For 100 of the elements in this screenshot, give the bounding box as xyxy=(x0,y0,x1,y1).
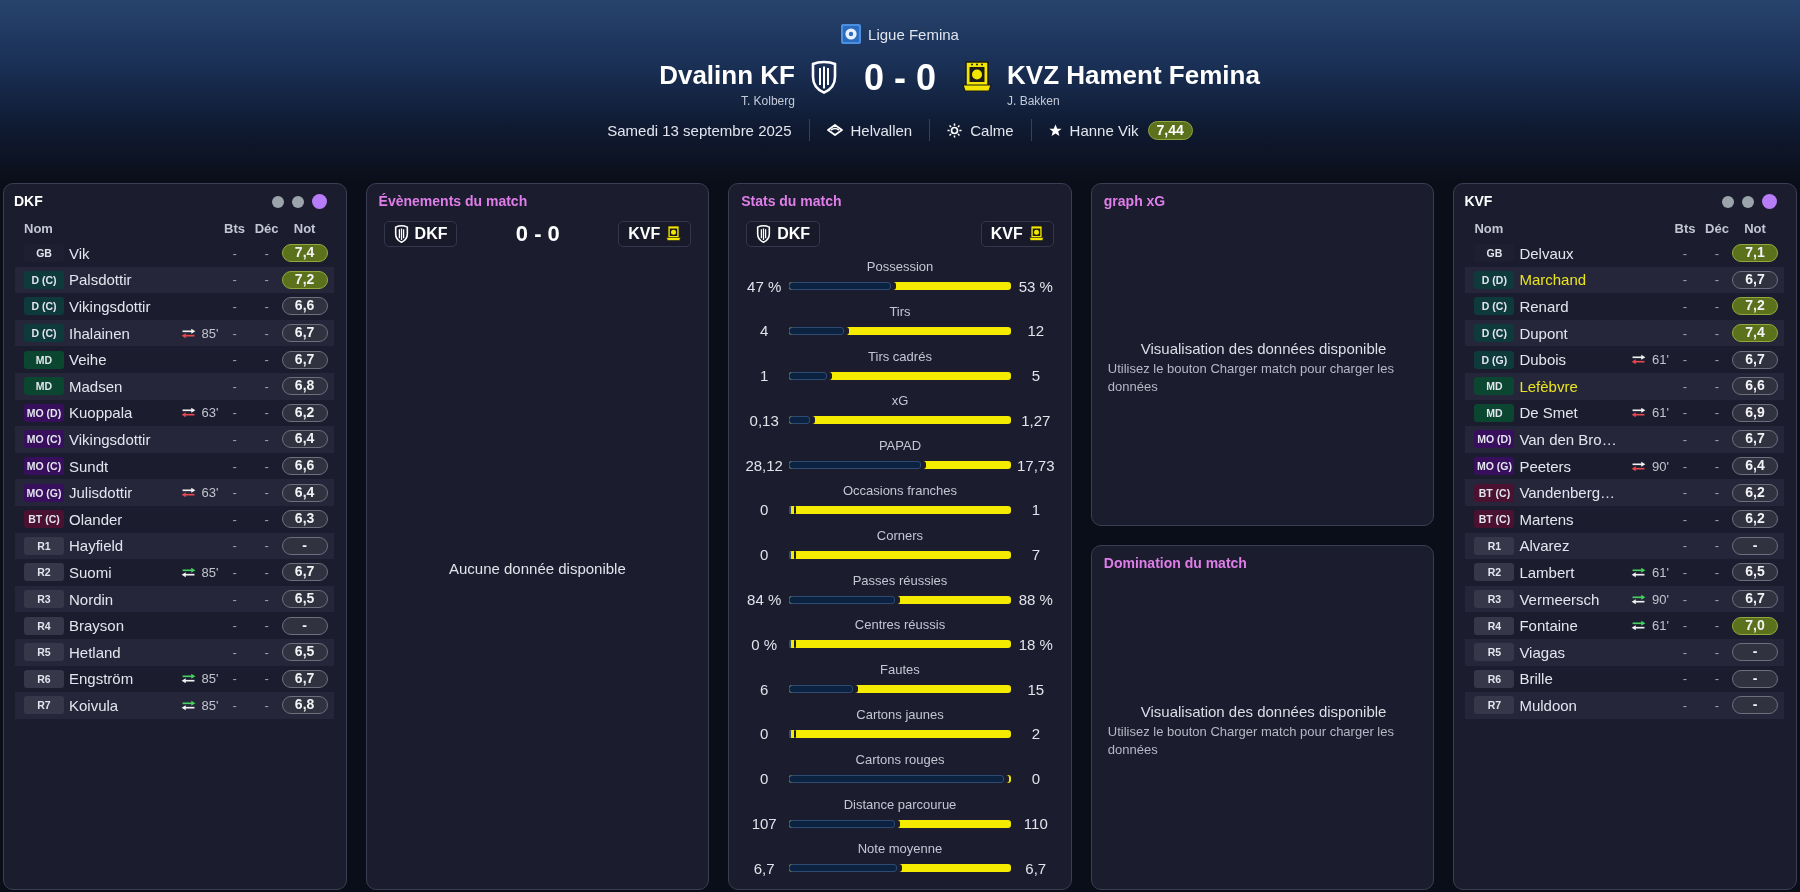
panel-title: Stats du match xyxy=(740,192,843,210)
player-row[interactable]: R5 Viagas - - - xyxy=(1465,638,1784,666)
rating-pill: - xyxy=(1732,669,1778,688)
view-dot-icon[interactable] xyxy=(311,194,327,209)
star-icon xyxy=(1048,123,1062,137)
column-header[interactable]: Bts xyxy=(224,220,246,236)
away-stat-value: 1 xyxy=(1030,501,1041,519)
player-row[interactable]: MD De Smet 61' - - 6,9 xyxy=(1465,399,1784,427)
position-tag: D (C) xyxy=(24,297,64,316)
coach-name: J. Bakken xyxy=(1007,94,1061,108)
player-name: Delvaux xyxy=(1519,244,1574,262)
player-row[interactable]: D (C) Dupont - - 7,4 xyxy=(1465,319,1784,347)
goals-value: - xyxy=(1682,591,1688,607)
position-tag: MD xyxy=(24,377,64,396)
away-stat-value: 18 % xyxy=(1017,635,1054,653)
position-tag: D (C) xyxy=(24,270,64,289)
player-row[interactable]: MO (G) Peeters 90' - - 6,4 xyxy=(1465,452,1784,480)
player-row[interactable]: R6 Brille - - - xyxy=(1465,665,1784,693)
player-row[interactable]: BT (C) Martens - - 6,2 xyxy=(1465,505,1784,533)
goals-value: - xyxy=(1682,352,1688,368)
goals-value: - xyxy=(1682,299,1688,314)
player-row[interactable]: R3 Vermeersch 90' - - 6,7 xyxy=(1465,585,1784,613)
decisions-value: - xyxy=(1714,538,1720,554)
rating-pill: 6,6 xyxy=(1732,377,1778,396)
decisions-value: - xyxy=(264,245,269,261)
player-row[interactable]: R1 Alvarez - - - xyxy=(1465,532,1784,560)
player-row[interactable]: R1 Hayfield - - - xyxy=(15,532,334,560)
away-stat-value: 7 xyxy=(1030,546,1041,564)
player-row[interactable]: MO (C) Vikingsdottir - - 6,4 xyxy=(15,426,334,453)
player-name: Suomi xyxy=(69,563,112,581)
player-row[interactable]: R4 Brayson - - - xyxy=(15,612,334,639)
player-row[interactable]: MO (D) Van den Bro… - - 6,7 xyxy=(1465,426,1784,453)
empty-message: Visualisation des données disponible xyxy=(1139,339,1388,358)
player-row[interactable]: R5 Hetland - - 6,5 xyxy=(15,638,334,666)
player-row[interactable]: D (C) Palsdottir - - 7,2 xyxy=(15,266,334,294)
player-row[interactable]: R7 Koivula 85' - - 6,8 xyxy=(15,692,334,719)
column-header[interactable]: Nom xyxy=(1474,220,1504,236)
player-row[interactable]: MD Veihe - - 6,7 xyxy=(15,346,334,373)
player-row[interactable]: MO (D) Kuoppala 63' - - 6,2 xyxy=(15,399,334,427)
player-row[interactable]: R3 Nordin - - 6,5 xyxy=(15,585,334,613)
decisions-value: - xyxy=(264,405,269,421)
player-row[interactable]: MO (G) Julisdottir 63' - - 6,4 xyxy=(15,479,334,506)
view-dot-icon[interactable] xyxy=(291,195,304,208)
player-name: Dupont xyxy=(1519,324,1568,342)
empty-message: Visualisation des données disponible xyxy=(1139,702,1388,721)
goals-value: - xyxy=(1682,245,1688,261)
rating-pill: - xyxy=(281,616,328,635)
player-row[interactable]: D (C) Renard - - 7,2 xyxy=(1465,293,1784,320)
goals-value: - xyxy=(232,458,237,474)
player-row[interactable]: MD Madsen - - 6,8 xyxy=(15,372,334,400)
rating-pill: 7,2 xyxy=(281,270,328,289)
column-header[interactable]: Déc xyxy=(1705,220,1729,236)
player-row[interactable]: BT (C) Olander - - 6,3 xyxy=(15,505,334,533)
view-dot-icon[interactable] xyxy=(1722,195,1734,208)
player-row[interactable]: R6 Engström 85' - - 6,7 xyxy=(15,665,334,693)
home-stat-value: 0 xyxy=(759,501,770,519)
decisions-value: - xyxy=(1714,485,1720,501)
goals-value: - xyxy=(1682,618,1688,634)
rating-pill: 6,7 xyxy=(1732,590,1778,608)
player-row[interactable]: MO (C) Sundt - - 6,6 xyxy=(15,452,334,480)
player-row[interactable]: R7 Muldoon - - - xyxy=(1465,692,1784,719)
player-row[interactable]: BT (C) Vandenberg… - - 6,2 xyxy=(1465,479,1784,506)
home-stat-value: 28,12 xyxy=(744,456,784,474)
swap-arrows-icon xyxy=(1631,620,1646,632)
rating-pill: - xyxy=(1732,536,1778,555)
view-dot-icon[interactable] xyxy=(1762,194,1777,209)
goals-value: - xyxy=(1682,697,1688,713)
player-row[interactable]: D (D) Marchand - - 6,7 xyxy=(1465,266,1784,294)
player-row[interactable]: R4 Fontaine 61' - - 7,0 xyxy=(1465,612,1784,639)
column-header[interactable]: Bts xyxy=(1674,220,1696,236)
rating-pill: 6,5 xyxy=(281,590,328,608)
rating-pill: 7,4 xyxy=(1732,324,1778,343)
home-stat-value: 0 xyxy=(759,546,770,564)
column-header[interactable]: Déc xyxy=(254,220,279,236)
player-row[interactable]: GB Delvaux - - 7,1 xyxy=(1465,240,1784,267)
panel-title: Évènements du match xyxy=(377,192,529,210)
position-tag: D (G) xyxy=(1474,350,1515,369)
player-row[interactable]: D (G) Dubois 61' - - 6,7 xyxy=(1465,346,1784,373)
player-row[interactable]: MD Lefèbvre - - 6,6 xyxy=(1465,372,1784,400)
view-dot-icon[interactable] xyxy=(271,195,284,208)
shield-crest-icon xyxy=(393,225,409,243)
decisions-value: - xyxy=(1714,325,1720,341)
stat-label: Centres réussis xyxy=(853,617,947,634)
column-header[interactable]: Nom xyxy=(24,220,53,236)
substitution-minute: 63' xyxy=(201,485,219,501)
player-name: Madsen xyxy=(69,377,123,395)
view-dot-icon[interactable] xyxy=(1742,195,1754,208)
column-header[interactable]: Not xyxy=(293,220,316,236)
player-row[interactable]: D (C) Ihalainen 85' - - 6,7 xyxy=(15,319,334,347)
player-row[interactable]: R2 Lambert 61' - - 6,5 xyxy=(1465,559,1784,586)
position-tag: R2 xyxy=(1474,563,1515,582)
team-code: KVF xyxy=(628,225,661,243)
column-header[interactable]: Not xyxy=(1744,220,1766,236)
substitution-minute: 90' xyxy=(1652,591,1669,607)
player-row[interactable]: R2 Suomi 85' - - 6,7 xyxy=(15,559,334,586)
stat-label: PAPAD xyxy=(877,438,923,455)
home-stat-value: 0 xyxy=(759,725,770,743)
goals-value: - xyxy=(232,299,237,314)
player-row[interactable]: D (C) Vikingsdottir - - 6,6 xyxy=(15,293,334,320)
player-row[interactable]: GB Vik - - 7,4 xyxy=(15,240,334,267)
